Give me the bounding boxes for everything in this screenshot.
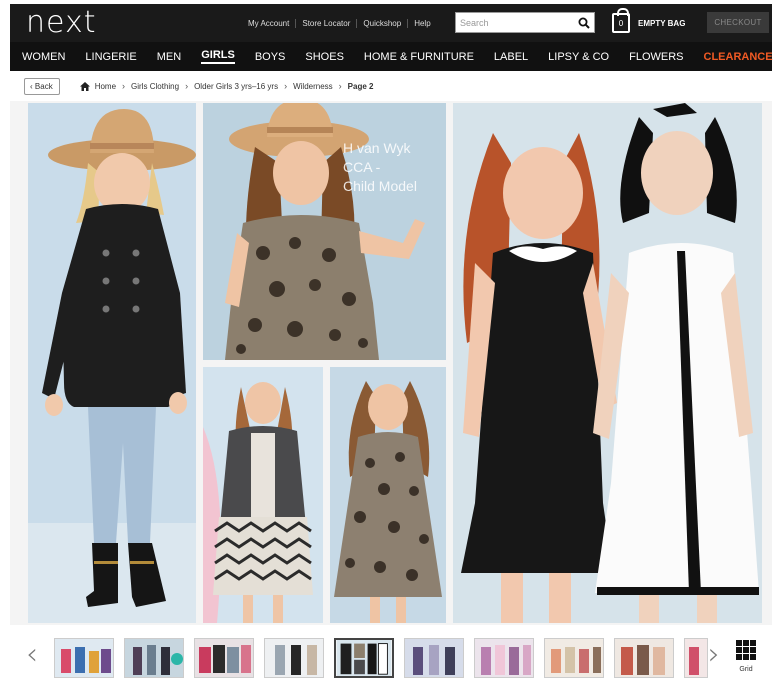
breadcrumb: Home › Girls Clothing › Older Girls 3 yr… <box>79 81 374 91</box>
home-icon <box>79 81 90 91</box>
back-button[interactable]: ‹ Back <box>24 77 60 95</box>
top-bar: next My Account Store Locator Quickshop … <box>10 4 772 42</box>
bag-icon: 0 <box>612 8 630 33</box>
nav-lipsy[interactable]: LIPSY & CO <box>548 51 609 63</box>
chevron-right-icon: › <box>338 81 342 91</box>
breadcrumb-girls-clothing[interactable]: Girls Clothing <box>131 82 179 91</box>
grid-view-button[interactable]: Grid <box>734 640 758 676</box>
hero-photo-black-coat[interactable] <box>28 103 196 623</box>
girls-monochrome-illustration <box>453 103 762 623</box>
bag-label: EMPTY BAG <box>638 18 686 28</box>
thumbnail-1[interactable] <box>54 638 114 678</box>
quickshop-link[interactable]: Quickshop <box>357 18 409 28</box>
hero-photo-cardigan[interactable] <box>203 367 323 623</box>
girl-coat-illustration <box>28 103 196 623</box>
thumbnail-4[interactable] <box>264 638 324 678</box>
thumbnail-image <box>405 639 463 677</box>
nav-boys[interactable]: BOYS <box>255 51 286 63</box>
thumbnail-2[interactable] <box>124 638 184 678</box>
chevron-right-icon: › <box>284 81 288 91</box>
search-icon <box>578 17 590 29</box>
hero-collage: H van Wyk CCA - Child Model <box>10 101 772 625</box>
main-nav: WOMEN LINGERIE MEN GIRLS BOYS SHOES HOME… <box>10 42 773 71</box>
thumbnail-image <box>195 639 253 677</box>
shopping-bag[interactable]: 0 EMPTY BAG <box>612 8 686 36</box>
nav-home-furniture[interactable]: HOME & FURNITURE <box>364 51 474 63</box>
nav-lingerie[interactable]: LINGERIE <box>85 51 136 63</box>
thumbnail-image <box>545 639 603 677</box>
bag-count: 0 <box>618 19 624 28</box>
chevron-left-icon: ‹ <box>30 81 33 91</box>
nav-clearance[interactable]: CLEARANCE <box>704 51 773 63</box>
grid-icon <box>736 640 756 660</box>
nav-shoes[interactable]: SHOES <box>305 51 344 63</box>
thumbnail-image <box>265 639 323 677</box>
nav-flowers[interactable]: FLOWERS <box>629 51 683 63</box>
search-box <box>455 12 595 33</box>
store-locator-link[interactable]: Store Locator <box>296 18 358 28</box>
thumbnail-5-selected[interactable] <box>334 638 394 678</box>
chevron-right-icon: › <box>185 81 189 91</box>
nav-girls[interactable]: GIRLS <box>201 49 235 64</box>
help-link[interactable]: Help <box>408 19 436 28</box>
my-account-link[interactable]: My Account <box>242 18 297 28</box>
thumbnail-3[interactable] <box>194 638 254 678</box>
nav-label[interactable]: LABEL <box>494 51 528 63</box>
thumbnail-image <box>125 639 183 677</box>
breadcrumb-older-girls[interactable]: Older Girls 3 yrs–16 yrs <box>194 82 278 91</box>
chevron-left-icon[interactable]: ‹ <box>22 640 42 670</box>
chevron-right-icon: › <box>122 81 126 91</box>
breadcrumb-bar: ‹ Back Home › Girls Clothing › Older Gir… <box>10 76 772 96</box>
thumbnail-image <box>615 639 673 677</box>
chevron-right-icon[interactable]: › <box>704 640 724 670</box>
hero-photo-leopard-dress-2[interactable] <box>330 367 446 623</box>
thumbnail-image <box>475 639 533 677</box>
thumbnail-8[interactable] <box>544 638 604 678</box>
hero-photo-monochrome-dresses[interactable] <box>453 103 762 623</box>
back-label: Back <box>34 81 53 91</box>
next-logo[interactable]: next <box>26 4 96 42</box>
breadcrumb-home[interactable]: Home <box>95 82 116 91</box>
thumbnail-7[interactable] <box>474 638 534 678</box>
checkout-button[interactable]: CHECKOUT <box>707 12 769 33</box>
thumbnail-list <box>54 638 718 678</box>
nav-women[interactable]: WOMEN <box>22 51 65 63</box>
utility-links: My Account Store Locator Quickshop Help <box>242 4 437 42</box>
photo-watermark: H van Wyk CCA - Child Model <box>343 140 417 194</box>
girl-cardigan-illustration <box>203 367 323 623</box>
girl-leopard-2-illustration <box>330 367 446 623</box>
nav-men[interactable]: MEN <box>157 51 181 63</box>
thumbnail-strip: ‹ › Grid <box>10 630 772 682</box>
breadcrumb-current-page: Page 2 <box>347 81 374 91</box>
breadcrumb-wilderness[interactable]: Wilderness <box>293 82 333 91</box>
thumbnail-image <box>55 639 113 677</box>
search-button[interactable] <box>574 13 594 32</box>
search-input[interactable] <box>456 13 574 32</box>
thumbnail-image <box>337 640 391 676</box>
thumbnail-6[interactable] <box>404 638 464 678</box>
thumbnail-9[interactable] <box>614 638 674 678</box>
grid-label: Grid <box>739 666 753 673</box>
hero-photo-leopard-dress[interactable]: H van Wyk CCA - Child Model <box>203 103 446 360</box>
